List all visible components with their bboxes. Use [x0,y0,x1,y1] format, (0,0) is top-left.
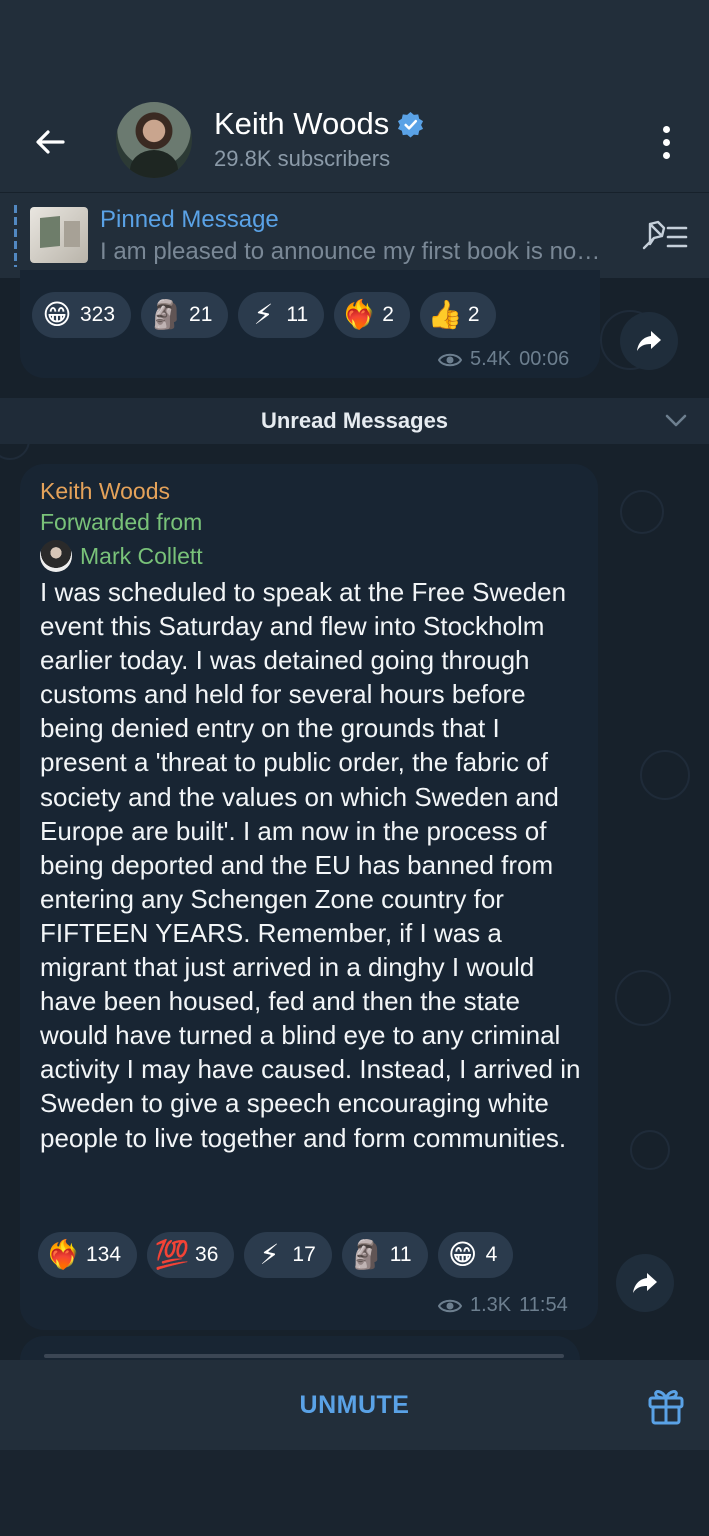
reaction-count: 2 [467,303,480,326]
reaction-chip[interactable]: 💯 36 [147,1232,235,1278]
reaction-emoji: ❤️‍🔥 [45,1239,81,1270]
previous-message-meta: 5.4K 00:06 [438,348,569,371]
reaction-chip[interactable]: 😁 323 [32,292,132,338]
view-count: 5.4K [470,348,512,370]
channel-title[interactable]: Keith Woods [214,106,424,142]
view-count: 1.3K [470,1294,512,1316]
reaction-chip[interactable]: ❤️‍🔥 2 [334,292,410,338]
reaction-emoji: 🗿 [148,299,184,330]
arrow-left-icon [36,130,65,154]
reaction-count: 2 [382,303,394,326]
reaction-emoji: ⚡ [259,1239,280,1270]
reaction-chip[interactable]: 👍 2 [419,292,496,338]
reaction-emoji: 💯 [154,1239,190,1270]
eye-icon [438,353,462,366]
share-button[interactable] [620,312,678,370]
reaction-emoji: 👍 [427,299,463,330]
channel-avatar[interactable] [116,102,192,178]
pinned-list-icon[interactable] [640,218,690,254]
reaction-count: 36 [195,1243,219,1266]
reaction-count: 21 [189,303,213,326]
reaction-emoji: 😁 [42,299,72,330]
reaction-emoji: ❤️‍🔥 [341,299,377,330]
forwarded-from-name: Mark Collett [80,542,203,569]
dot-icon [662,151,670,159]
system-navigation-area [0,1450,709,1536]
forwarded-label: Forwarded from [40,509,203,535]
unmute-button[interactable]: UNMUTE [0,1360,709,1450]
channel-header: Keith Woods 29.8K subscribers [0,0,709,192]
reaction-chip[interactable]: ⚡ 11 [238,292,325,338]
wallpaper-doodle [620,490,664,534]
channel-name-text: Keith Woods [214,106,390,141]
pinned-preview-text: I am pleased to announce my first book i… [100,238,601,265]
reaction-count: 11 [389,1243,412,1266]
pinned-thumbnail [30,207,88,263]
subscriber-count: 29.8K subscribers [214,146,391,171]
reaction-chip[interactable]: 🗿 11 [341,1232,428,1278]
share-arrow-icon [633,1273,657,1293]
dot-icon [662,138,670,146]
more-options-button[interactable] [648,118,684,166]
wallpaper-doodle [630,1130,670,1170]
message-time: 11:54 [519,1294,568,1316]
chevron-down-icon[interactable] [665,414,687,428]
telegram-channel-screen: Keith Woods 29.8K subscribers Pinned Mes… [0,0,709,1536]
verified-badge-icon [398,111,424,138]
back-button[interactable] [26,118,74,166]
pinned-indicator [14,205,17,267]
previous-message-reactions: 😁 323 🗿 21 ⚡ 11 ❤️‍🔥 2 👍 2 [32,292,496,338]
wallpaper-doodle [615,970,671,1026]
wallpaper-doodle [640,750,690,800]
reaction-count: 17 [292,1243,316,1266]
reaction-count: 134 [86,1243,122,1266]
share-button[interactable] [616,1254,674,1312]
message-time: 00:06 [519,348,570,370]
reaction-count: 4 [485,1243,498,1266]
message-meta: 1.3K 11:54 [438,1294,568,1317]
forwarded-source[interactable]: Mark Collett [40,540,203,572]
unread-messages-divider: Unread Messages [0,398,709,444]
gift-icon[interactable] [646,1384,686,1426]
reaction-chip[interactable]: 🗿 21 [141,292,229,338]
eye-icon [438,1299,462,1312]
dot-icon [662,125,670,133]
forwarded-avatar [40,540,72,572]
pinned-title: Pinned Message [100,206,279,233]
reaction-count: 323 [80,303,116,326]
reaction-chip[interactable]: 😁 4 [437,1232,514,1278]
reaction-chip[interactable]: ⚡ 17 [244,1232,332,1278]
unread-label: Unread Messages [260,408,449,433]
reaction-emoji: ⚡ [253,299,274,330]
message-author[interactable]: Keith Woods [40,478,170,505]
share-arrow-icon [637,331,661,351]
message-reactions: ❤️‍🔥 134 💯 36 ⚡ 17 🗿 11 😁 4 [38,1232,514,1278]
reaction-chip[interactable]: ❤️‍🔥 134 [38,1232,138,1278]
reaction-emoji: 🗿 [349,1239,385,1270]
reaction-count: 11 [286,303,309,326]
message-text: I was scheduled to speak at the Free Swe… [40,577,581,1153]
reaction-emoji: 😁 [447,1239,478,1270]
